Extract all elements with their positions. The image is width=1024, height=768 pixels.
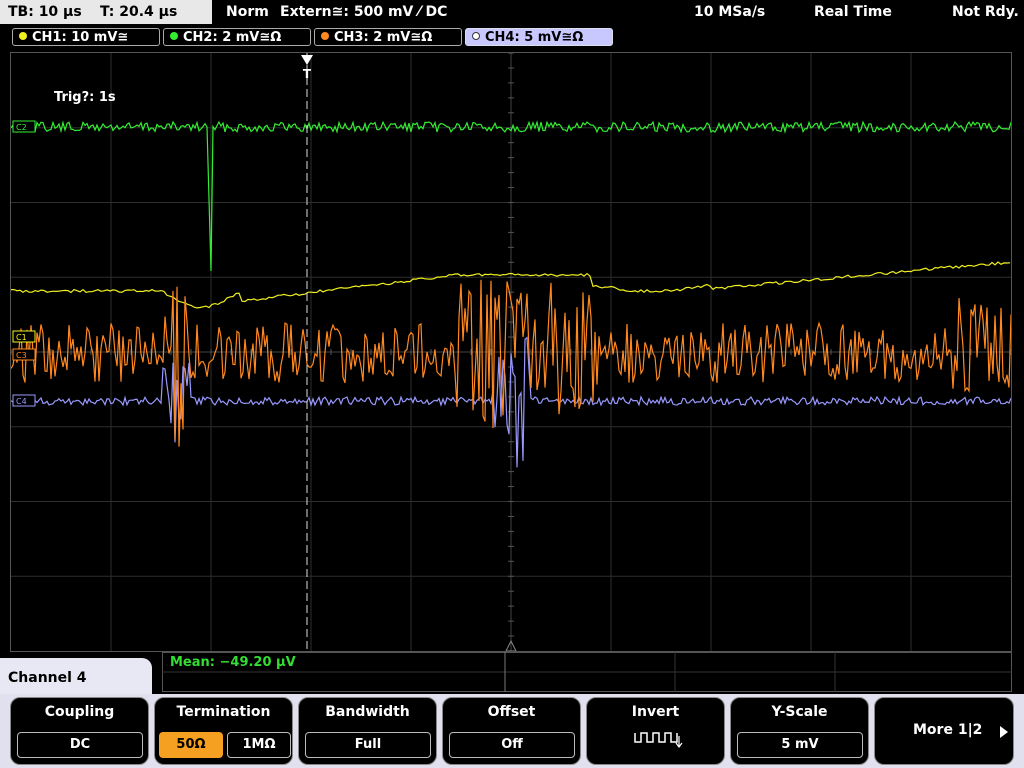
trigger-source[interactable]: Extern≅: 500 mV ⁄ DC	[280, 0, 447, 24]
yscale-softkey[interactable]: Y-Scale 5 mV	[730, 697, 869, 765]
channel-tab-ch4[interactable]: CH4: 5 mV≅Ω	[465, 28, 613, 46]
invert-softkey[interactable]: Invert	[586, 697, 725, 765]
coupling-value-button[interactable]: DC	[17, 732, 143, 758]
graticule-grid	[11, 53, 1011, 651]
termination-softkey[interactable]: Termination 50Ω 1MΩ	[154, 697, 293, 765]
termination-1mohm-button[interactable]: 1MΩ	[227, 732, 291, 758]
ch3-offset-marker-label: C3	[16, 351, 27, 360]
trigger-mode[interactable]: Norm	[226, 0, 269, 24]
offset-title: Offset	[487, 704, 536, 720]
offset-value-button[interactable]: Off	[449, 732, 575, 758]
ch4-color-dot-icon	[472, 32, 480, 40]
yscale-value-button[interactable]: 5 mV	[737, 732, 863, 758]
yscale-title: Y-Scale	[771, 704, 828, 720]
ch4-offset-marker-label: C4	[16, 397, 27, 406]
menu-title: Channel 4	[8, 670, 87, 686]
offset-softkey[interactable]: Offset Off	[442, 697, 581, 765]
ch2-tab-label: CH2: 2 mV≅Ω	[183, 30, 282, 45]
ch2-offset-marker-label: C2	[16, 123, 27, 132]
ch2-color-dot-icon	[170, 32, 178, 40]
more-label: More 1|2	[913, 722, 983, 738]
coupling-title: Coupling	[44, 704, 115, 720]
channel-tab-ch1[interactable]: CH1: 10 mV≅	[12, 28, 160, 46]
termination-50ohm-button[interactable]: 50Ω	[159, 732, 223, 758]
ch1-color-dot-icon	[19, 32, 27, 40]
bandwidth-softkey[interactable]: Bandwidth Full	[298, 697, 437, 765]
ch1-offset-marker-label: C1	[16, 333, 27, 342]
invert-waveform-icon	[634, 732, 683, 748]
arrow-right-icon	[1000, 726, 1008, 738]
waveform-display[interactable]: T C2 C1 C3 C4	[10, 52, 1012, 652]
ch1-tab-label: CH1: 10 mV≅	[32, 30, 129, 45]
ch3-color-dot-icon	[321, 32, 329, 40]
timebase-box[interactable]: TB: 10 µs T: 20.4 µs	[0, 0, 212, 24]
bandwidth-value-button[interactable]: Full	[305, 732, 431, 758]
acquisition-mode: Real Time	[814, 4, 892, 20]
trigger-marker-label: T	[303, 67, 312, 81]
channel-tab-ch3[interactable]: CH3: 2 mV≅Ω	[314, 28, 462, 46]
coupling-softkey[interactable]: Coupling DC	[10, 697, 149, 765]
channel-tab-ch2[interactable]: CH2: 2 mV≅Ω	[163, 28, 311, 46]
ready-status: Not Rdy.	[952, 4, 1019, 20]
ch4-tab-label: CH4: 5 mV≅Ω	[485, 30, 584, 45]
mean-measurement: Mean: −49.20 µV	[170, 655, 296, 670]
ch3-tab-label: CH3: 2 mV≅Ω	[334, 30, 433, 45]
bandwidth-title: Bandwidth	[325, 704, 410, 720]
more-softkey[interactable]: More 1|2	[874, 697, 1014, 765]
sample-rate: 10 MSa/s	[694, 4, 766, 20]
trigger-status-label: Trig?: 1s	[54, 90, 116, 105]
termination-title: Termination	[176, 704, 271, 720]
trigger-time-value: T: 20.4 µs	[100, 4, 178, 20]
timebase-value: TB: 10 µs	[8, 4, 82, 20]
invert-title: Invert	[631, 704, 680, 720]
